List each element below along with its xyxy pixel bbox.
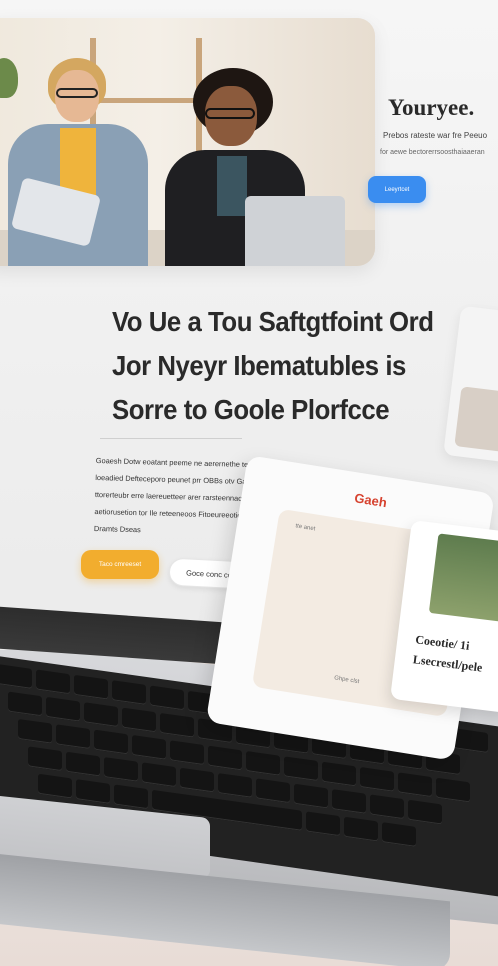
key[interactable] — [84, 702, 118, 727]
key[interactable] — [94, 729, 128, 755]
key[interactable] — [436, 777, 470, 803]
key[interactable] — [180, 767, 214, 793]
key[interactable] — [132, 734, 166, 760]
scene: Youryee. Prebos rateste war fre Peeuo fo… — [0, 0, 498, 966]
panel-footer: Ghpe clst — [333, 675, 360, 686]
key[interactable] — [150, 685, 184, 711]
key[interactable] — [170, 740, 204, 766]
key[interactable] — [28, 746, 62, 772]
heading-line: Sorre to Goole Plorfcce — [112, 394, 390, 425]
hero-button[interactable]: Leeyrtcet — [368, 176, 426, 203]
key[interactable] — [344, 816, 378, 842]
key[interactable] — [284, 756, 318, 782]
key[interactable] — [408, 799, 442, 825]
hero-photo — [0, 18, 375, 266]
main-heading: Vo Ue a Tou Saftgtfoint Ord Jor Nyeyr Ib… — [112, 300, 443, 432]
key[interactable] — [294, 783, 328, 809]
person-left — [8, 58, 148, 266]
key[interactable] — [332, 789, 366, 814]
key[interactable] — [360, 767, 394, 792]
key[interactable] — [114, 784, 148, 810]
key[interactable] — [398, 772, 432, 798]
person-right — [155, 68, 345, 266]
card-title: Gaeh — [353, 490, 388, 511]
primary-cta-button[interactable]: Taco cmreeset — [81, 550, 159, 579]
key[interactable] — [8, 691, 42, 717]
key[interactable] — [322, 761, 356, 787]
key[interactable] — [454, 728, 488, 753]
divider — [100, 438, 242, 439]
key[interactable] — [104, 757, 138, 782]
key[interactable] — [246, 750, 280, 776]
glasses — [205, 108, 255, 119]
card-photo — [454, 386, 498, 454]
key[interactable] — [382, 822, 416, 847]
shirt — [217, 156, 247, 216]
key[interactable] — [36, 669, 70, 695]
key[interactable] — [38, 773, 72, 799]
key[interactable] — [74, 674, 108, 700]
key[interactable] — [306, 811, 340, 837]
hero-subtitle: Prebos rateste war fre Peeuo — [383, 131, 488, 140]
key[interactable] — [160, 712, 194, 738]
key[interactable] — [370, 794, 404, 820]
plant-photo — [428, 533, 498, 624]
glasses — [56, 88, 98, 98]
key[interactable] — [0, 664, 32, 689]
panel-label: tte anet — [294, 523, 316, 533]
key[interactable] — [56, 724, 90, 750]
key[interactable] — [142, 762, 176, 788]
heading-line: Jor Nyeyr Ibematubles is — [112, 350, 406, 381]
key[interactable] — [18, 718, 52, 744]
key[interactable] — [218, 773, 252, 798]
key[interactable] — [76, 779, 110, 804]
key[interactable] — [112, 680, 146, 705]
hero-subtitle: for aewe bectorerrsoosthaiaaeran — [380, 149, 485, 156]
key[interactable] — [256, 778, 290, 804]
key[interactable] — [46, 696, 80, 722]
heading-line: Vo Ue a Tou Saftgtfoint Ord — [112, 306, 434, 337]
laptop-in-photo — [245, 196, 345, 266]
key[interactable] — [208, 745, 242, 771]
key[interactable] — [122, 707, 156, 733]
key[interactable] — [66, 751, 100, 777]
side-card-text: Coeotie/ 1i Lsecrestl/pele — [412, 629, 486, 677]
hero-title: Youryee. — [388, 95, 475, 120]
